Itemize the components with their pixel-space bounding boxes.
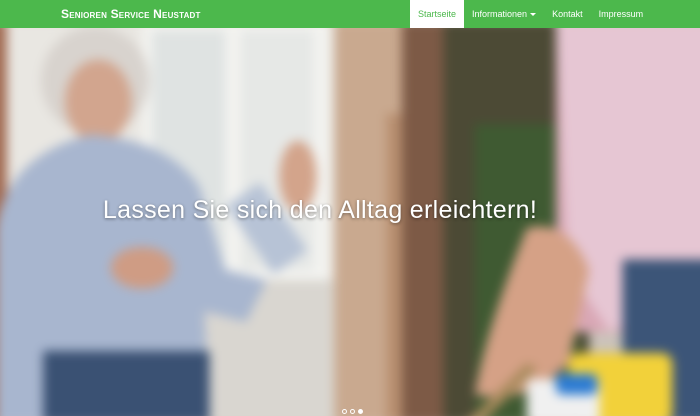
nav-item-impressum[interactable]: Impressum [591, 0, 652, 28]
nav-item-informationen-label: Informationen [472, 9, 528, 19]
hero-carousel: Lassen Sie sich den Alltag erleichtern! [0, 28, 700, 416]
carousel-indicator-1[interactable] [342, 409, 347, 414]
main-nav: Startseite Informationen Kontakt Impress… [410, 0, 651, 28]
carousel-indicators [342, 409, 363, 414]
carousel-indicator-2[interactable] [350, 409, 355, 414]
nav-item-kontakt[interactable]: Kontakt [544, 0, 591, 28]
chevron-down-icon [530, 13, 537, 16]
nav-item-startseite[interactable]: Startseite [410, 0, 465, 28]
navbar: Senioren Service Neustadt Startseite Inf… [0, 0, 700, 28]
brand-logo-text[interactable]: Senioren Service Neustadt [61, 0, 201, 28]
carousel-indicator-3[interactable] [358, 409, 363, 414]
nav-item-informationen[interactable]: Informationen [464, 0, 544, 28]
hero-headline: Lassen Sie sich den Alltag erleichtern! [102, 196, 538, 224]
